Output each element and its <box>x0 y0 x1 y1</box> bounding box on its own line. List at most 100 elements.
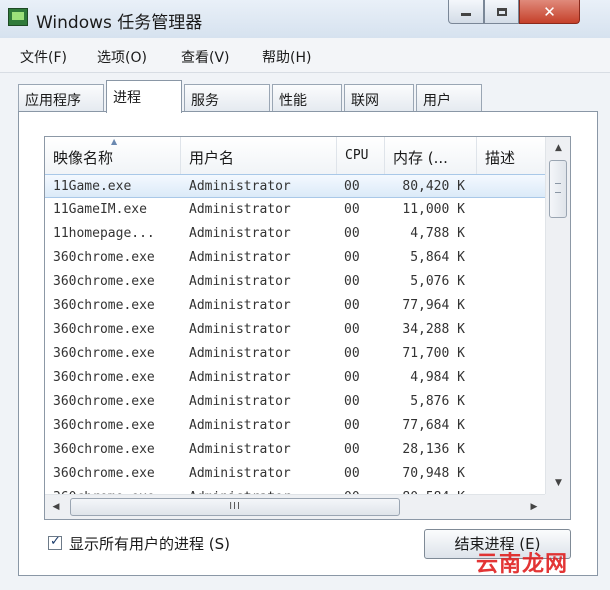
table-row[interactable]: 360chrome.exe Administrator 00 5,076 K <box>45 270 545 294</box>
process-cpu: 00 <box>344 370 360 385</box>
process-rows: 11Game.exe Administrator 00 80,420 K 11GameI… <box>45 174 545 510</box>
tab-performance[interactable]: 性能 <box>272 84 342 111</box>
table-row[interactable]: 360chrome.exe Administrator 00 5,876 K <box>45 390 545 414</box>
table-row[interactable]: 360chrome.exe Administrator 00 71,700 K <box>45 342 545 366</box>
table-row[interactable]: 360chrome.exe Administrator 00 4,984 K <box>45 366 545 390</box>
process-image-name: 11homepage... <box>53 226 155 241</box>
process-memory: 5,864 K <box>410 250 465 265</box>
process-user-name: Administrator <box>189 418 291 433</box>
scroll-up-arrow-icon[interactable]: ▲ <box>546 137 570 159</box>
process-memory: 77,964 K <box>402 298 465 313</box>
horizontal-scrollbar[interactable]: ◀ III ▶ <box>45 494 545 519</box>
process-cpu: 00 <box>344 274 360 289</box>
maximize-button[interactable] <box>484 0 519 24</box>
process-cpu: 00 <box>344 202 360 217</box>
table-row[interactable]: 11homepage... Administrator 00 4,788 K <box>45 222 545 246</box>
process-image-name: 360chrome.exe <box>53 274 155 289</box>
process-image-name: 360chrome.exe <box>53 322 155 337</box>
menu-bar: 文件(F) 选项(O) 查看(V) 帮助(H) <box>0 38 610 73</box>
process-user-name: Administrator <box>189 370 291 385</box>
table-row[interactable]: 11Game.exe Administrator 00 80,420 K <box>45 174 545 198</box>
maximize-icon <box>496 7 507 16</box>
scroll-left-arrow-icon[interactable]: ◀ <box>45 495 67 519</box>
process-memory: 4,984 K <box>410 370 465 385</box>
process-user-name: Administrator <box>189 298 291 313</box>
process-image-name: 360chrome.exe <box>53 250 155 265</box>
column-header-memory[interactable]: 内存 (... <box>385 137 477 174</box>
tab-processes[interactable]: 进程 <box>106 80 182 113</box>
process-image-name: 360chrome.exe <box>53 442 155 457</box>
process-image-name: 360chrome.exe <box>53 298 155 313</box>
process-memory: 34,288 K <box>402 322 465 337</box>
table-row[interactable]: 360chrome.exe Administrator 00 5,864 K <box>45 246 545 270</box>
scroll-down-arrow-icon[interactable]: ▼ <box>546 472 570 494</box>
show-all-users-checkbox[interactable]: ✓ <box>48 534 62 550</box>
process-user-name: Administrator <box>189 466 291 481</box>
column-header-image-name[interactable]: ▲ 映像名称 <box>45 137 181 174</box>
table-row[interactable]: 360chrome.exe Administrator 00 70,948 K <box>45 462 545 486</box>
menu-file[interactable]: 文件(F) <box>20 47 67 67</box>
process-user-name: Administrator <box>189 274 291 289</box>
process-cpu: 00 <box>344 179 360 194</box>
table-row[interactable]: 360chrome.exe Administrator 00 77,684 K <box>45 414 545 438</box>
scrollbar-corner <box>545 494 570 519</box>
tab-services[interactable]: 服务 <box>184 84 270 111</box>
process-cpu: 00 <box>344 418 360 433</box>
process-memory: 28,136 K <box>402 442 465 457</box>
process-image-name: 360chrome.exe <box>53 466 155 481</box>
process-memory: 5,076 K <box>410 274 465 289</box>
process-user-name: Administrator <box>189 250 291 265</box>
table-row[interactable]: 360chrome.exe Administrator 00 28,136 K <box>45 438 545 462</box>
process-user-name: Administrator <box>189 394 291 409</box>
menu-help[interactable]: 帮助(H) <box>262 47 311 67</box>
process-user-name: Administrator <box>189 346 291 361</box>
process-image-name: 360chrome.exe <box>53 370 155 385</box>
table-row[interactable]: 360chrome.exe Administrator 00 34,288 K <box>45 318 545 342</box>
window-title: Windows 任务管理器 <box>36 13 203 33</box>
process-cpu: 00 <box>344 442 360 457</box>
process-image-name: 360chrome.exe <box>53 418 155 433</box>
process-cpu: 00 <box>344 226 360 241</box>
process-image-name: 11Game.exe <box>53 179 132 194</box>
process-memory: 80,420 K <box>402 179 465 194</box>
process-cpu: 00 <box>344 466 360 481</box>
minimize-button[interactable] <box>448 0 484 24</box>
column-header-user-name[interactable]: 用户名 <box>181 137 337 174</box>
tab-applications[interactable]: 应用程序 <box>18 84 104 111</box>
minimize-icon <box>461 13 471 16</box>
column-header-description[interactable]: 描述 <box>477 137 545 174</box>
process-user-name: Administrator <box>189 179 291 194</box>
process-cpu: 00 <box>344 250 360 265</box>
process-memory: 5,876 K <box>410 394 465 409</box>
vertical-scroll-thumb[interactable] <box>549 160 567 218</box>
process-image-name: 11GameIM.exe <box>53 202 147 217</box>
process-user-name: Administrator <box>189 322 291 337</box>
process-memory: 11,000 K <box>402 202 465 217</box>
vertical-scrollbar[interactable]: ▲ ▼ <box>545 137 570 494</box>
title-bar[interactable]: Windows 任务管理器 ✕ <box>0 0 610 38</box>
process-memory: 70,948 K <box>402 466 465 481</box>
menu-options[interactable]: 选项(O) <box>97 47 147 67</box>
column-header-label: 映像名称 <box>53 149 114 167</box>
table-row[interactable]: 11GameIM.exe Administrator 00 11,000 K <box>45 198 545 222</box>
column-header-cpu[interactable]: CPU <box>337 137 385 174</box>
process-user-name: Administrator <box>189 202 291 217</box>
close-icon: ✕ <box>543 2 556 21</box>
process-image-name: 360chrome.exe <box>53 394 155 409</box>
scroll-right-arrow-icon[interactable]: ▶ <box>523 495 545 519</box>
table-row[interactable]: 360chrome.exe Administrator 00 77,964 K <box>45 294 545 318</box>
show-all-users-label[interactable]: 显示所有用户的进程 (S) <box>69 533 230 554</box>
menu-view[interactable]: 查看(V) <box>181 47 230 67</box>
horizontal-scroll-thumb[interactable]: III <box>70 498 400 516</box>
close-button[interactable]: ✕ <box>519 0 580 24</box>
checkmark-icon: ✓ <box>50 534 61 549</box>
task-manager-app-icon <box>8 8 28 26</box>
process-memory: 4,788 K <box>410 226 465 241</box>
tab-strip: 应用程序 进程 服务 性能 联网 用户 <box>18 80 598 113</box>
watermark-text: 云南龙网 <box>476 552 569 577</box>
tab-networking[interactable]: 联网 <box>344 84 414 111</box>
process-user-name: Administrator <box>189 226 291 241</box>
process-list[interactable]: ▲ 映像名称 用户名 CPU 内存 (... 描述 11Game.exe Admi… <box>44 136 571 520</box>
processes-panel: ▲ 映像名称 用户名 CPU 内存 (... 描述 11Game.exe Admi… <box>18 111 598 576</box>
tab-users[interactable]: 用户 <box>416 84 482 111</box>
